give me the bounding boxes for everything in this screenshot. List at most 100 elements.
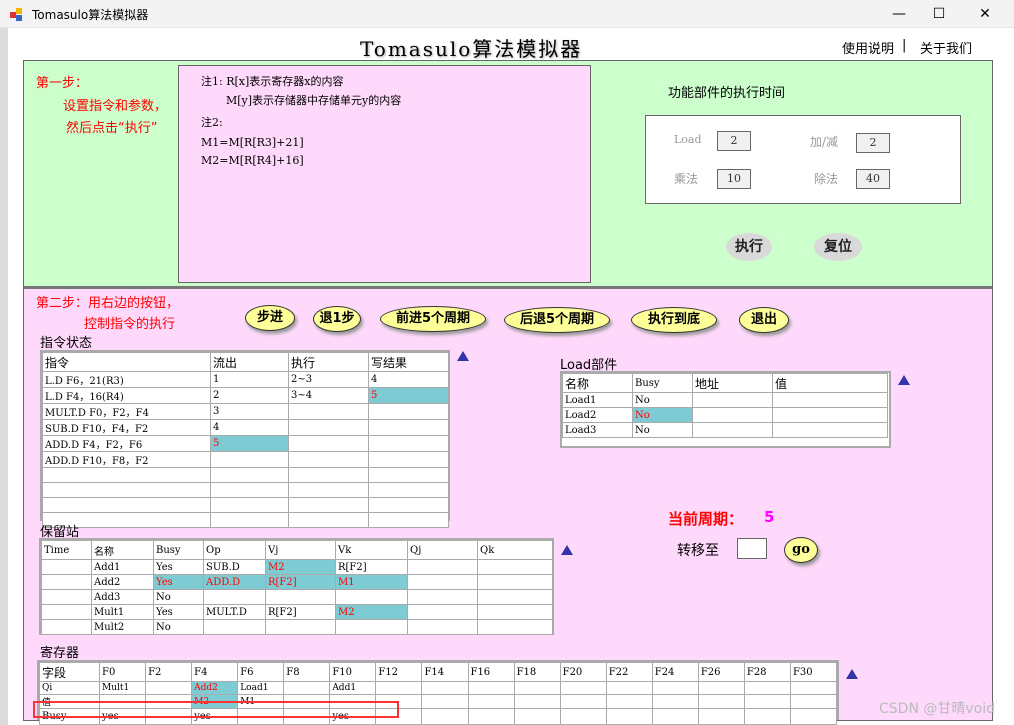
scroll-up-icon[interactable] (846, 669, 858, 679)
cell-highlighted: No (632, 407, 693, 423)
col-header: F22 (605, 662, 653, 682)
rs-table: Time 名称 Busy Op Vj Vk Qj Qk Add1 Yes SUB.D M2 R[F2]… (41, 540, 553, 635)
cell-highlighted: ADD.D (203, 574, 266, 590)
col-header: Vj (265, 540, 336, 560)
exit-button[interactable]: 退出 (739, 307, 789, 333)
empty-row (42, 482, 449, 498)
cell (605, 681, 653, 695)
add-time-label: 加/减 (810, 135, 839, 149)
cell: Add3 (91, 589, 154, 605)
step-button[interactable]: 步进 (245, 305, 295, 331)
table-row[interactable]: Add2 Yes ADD.D R[F2] M1 (41, 574, 553, 590)
cell (559, 681, 607, 695)
close-button[interactable]: ✕ (962, 0, 1008, 28)
cell: R[F2] (265, 604, 336, 620)
empty-row (42, 497, 449, 513)
cell: L.D F4，16(R4) (42, 387, 211, 404)
col-header: F10 (329, 662, 377, 682)
col-header: Busy (153, 540, 204, 560)
table-row[interactable]: Load3 No (562, 422, 888, 438)
cell-highlighted: 5 (368, 387, 449, 404)
cell: Add1 (91, 559, 154, 575)
cell: ADD.D F10，F8，F2 (42, 451, 211, 468)
cell (407, 559, 478, 575)
back-step-button[interactable]: 退1步 (313, 306, 361, 332)
cell (467, 708, 515, 725)
cell (288, 419, 369, 436)
col-header: F24 (651, 662, 699, 682)
col-header: F2 (145, 662, 193, 682)
col-header: F14 (421, 662, 469, 682)
cell (789, 694, 838, 709)
notes-box: 注1: R[x]表示寄存器x的内容 M[y]表示存储器中存储单元y的内容 注2:… (178, 65, 591, 283)
table-row[interactable]: ADD.D F10，F8，F2 (42, 451, 449, 468)
cell (789, 681, 838, 695)
cell (375, 681, 423, 695)
table-row[interactable]: Load1 No (562, 392, 888, 408)
run-button[interactable]: 执行 (726, 233, 772, 261)
cell (697, 681, 745, 695)
cell (605, 708, 653, 725)
cell (651, 694, 699, 709)
cell (145, 681, 193, 695)
cell (421, 694, 469, 709)
cell: 1 (210, 371, 289, 388)
step1-label: 第一步： (36, 76, 89, 91)
run-to-end-button[interactable]: 执行到底 (631, 307, 717, 333)
table-row[interactable]: Mult1 Yes MULT.D R[F2] M2 (41, 604, 553, 620)
table-row[interactable]: L.D F6，21(R3) 1 2~3 4 (42, 371, 449, 388)
note-m1: M1=M[R[R3]+21] (201, 136, 304, 149)
back-5-button[interactable]: 后退5个周期 (504, 307, 610, 333)
table-row[interactable]: L.D F4，16(R4) 2 3~4 5 (42, 387, 449, 404)
cell-highlighted: 5 (210, 435, 289, 452)
table-row[interactable]: Qi Mult1 Add2 Load1 Add1 (39, 681, 838, 695)
title-bar: Tomasulo算法模拟器 — ☐ ✕ (0, 0, 1014, 28)
mul-time-input[interactable]: 10 (717, 169, 751, 189)
cell (265, 589, 336, 605)
table-row[interactable]: SUB.D F10，F4，F2 4 (42, 419, 449, 436)
load-time-input[interactable]: 2 (717, 131, 751, 151)
table-row[interactable]: MULT.D F0，F2，F4 3 (42, 403, 449, 420)
scroll-up-icon[interactable] (898, 375, 910, 385)
mul-time-label: 乘法 (674, 172, 699, 186)
forward-5-button[interactable]: 前进5个周期 (380, 306, 486, 332)
help-link[interactable]: 使用说明 (842, 38, 894, 57)
cell-highlighted: M2 (335, 604, 408, 620)
scroll-up-icon[interactable] (457, 351, 469, 361)
div-time-input[interactable]: 40 (856, 169, 890, 189)
cell: MULT.D F0，F2，F4 (42, 403, 211, 420)
cell: 4 (210, 419, 289, 436)
goto-label: 转移至 (677, 543, 719, 559)
table-row[interactable]: Mult2 No (41, 619, 553, 635)
cell: Add1 (329, 681, 377, 695)
add-time-input[interactable]: 2 (856, 133, 890, 153)
cell (513, 708, 561, 725)
cell (41, 559, 92, 575)
go-button[interactable]: go (784, 537, 818, 563)
exec-time-title: 功能部件的执行时间 (668, 86, 786, 101)
table-row[interactable]: ADD.D F4，F2，F6 5 (42, 435, 449, 452)
table-row[interactable]: Add1 Yes SUB.D M2 R[F2] (41, 559, 553, 575)
scroll-up-icon[interactable] (561, 545, 573, 555)
col-header: F28 (743, 662, 791, 682)
table-row[interactable]: Add3 No (41, 589, 553, 605)
maximize-button[interactable]: ☐ (916, 0, 962, 28)
cell (288, 451, 369, 468)
cell (210, 451, 289, 468)
cell (368, 403, 449, 420)
cell (651, 708, 699, 725)
reg-title: 寄存器 (40, 646, 80, 661)
table-row[interactable]: Load2 No (562, 407, 888, 423)
goto-input[interactable] (737, 538, 767, 559)
busy-row-highlight-box (33, 701, 399, 718)
about-link[interactable]: 关于我们 (920, 38, 972, 57)
cell: L.D F6，21(R3) (42, 371, 211, 388)
cell (407, 574, 478, 590)
empty-row (42, 512, 449, 528)
reset-button[interactable]: 复位 (814, 233, 862, 261)
col-header: 执行 (288, 352, 369, 372)
col-header: F26 (697, 662, 745, 682)
step2-line1: 第二步：用右边的按钮， (36, 296, 180, 311)
cell: Qi (39, 681, 100, 695)
col-header: F18 (513, 662, 561, 682)
